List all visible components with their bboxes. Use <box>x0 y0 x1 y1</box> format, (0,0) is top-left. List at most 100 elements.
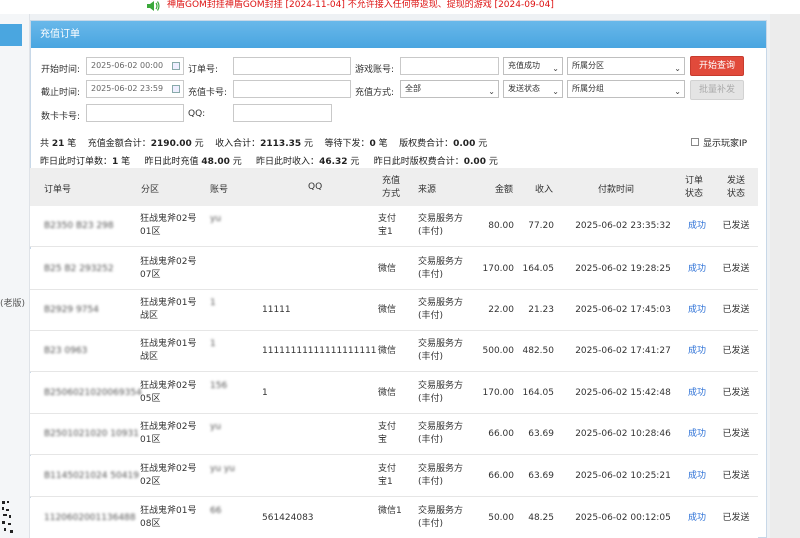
cell-qq: 11111111111111111111 <box>262 346 377 356</box>
col-account: 账号 <box>210 185 229 195</box>
calendar-icon[interactable] <box>172 85 180 93</box>
table-row: B2501021020 10931 狂战鬼斧02号01区 yu 支付宝 交易服务方(丰付… <box>30 414 758 455</box>
summary-yesterday: 昨日此时订单数：1 笔 昨日此时充值 48.00 元 昨日此时收入：46.32 … <box>40 157 498 167</box>
show-ip-label[interactable]: 显示玩家IP <box>703 136 747 149</box>
cell-qq: 11111 <box>262 305 291 315</box>
cell-source: 交易服务方(丰付) <box>418 298 464 321</box>
notice-text: 神盾GOM封挂神盾GOM封挂 [2024-11-04] 不允许接入任何带返现、提… <box>167 0 554 10</box>
cell-send: 已发送 <box>722 513 750 523</box>
cell-account: 1 <box>210 298 216 308</box>
recharge-method-label: 充值方式: <box>355 88 395 98</box>
card-number-label: 数卡卡号: <box>41 112 81 122</box>
calendar-icon[interactable] <box>172 62 180 70</box>
cell-income: 48.25 <box>528 513 554 523</box>
cell-zone: 狂战鬼斧01号战区 <box>140 339 197 362</box>
cell-time: 2025-06-02 10:28:46 <box>575 429 671 439</box>
cell-amount: 22.00 <box>488 305 514 315</box>
cell-status[interactable]: 成功 <box>682 263 712 276</box>
cell-account: 156 <box>210 381 228 391</box>
start-time-input[interactable]: 2025-06-02 00:00 <box>86 57 184 75</box>
cell-order: B2350 B23 298 <box>44 221 114 231</box>
sidebar-active-item[interactable] <box>0 24 22 46</box>
cell-income: 164.05 <box>522 264 555 274</box>
cell-order: B2506021020069354 <box>44 388 142 398</box>
cell-time: 2025-06-02 19:28:25 <box>575 264 671 274</box>
cell-time: 2025-06-02 15:42:48 <box>575 388 671 398</box>
batch-resend-button[interactable]: 批量补发 <box>690 80 744 100</box>
table-row: B23 0963 狂战鬼斧01号战区 1 11111111111111111111 微信… <box>30 331 758 372</box>
group-select[interactable]: 所属分组 ⌄ <box>567 80 685 98</box>
cell-method: 微信1 <box>378 506 402 516</box>
cell-status[interactable]: 成功 <box>682 428 712 441</box>
cell-source: 交易服务方(丰付) <box>418 257 464 280</box>
card-number-input[interactable] <box>86 104 184 122</box>
summary-totals: 共 21 笔 充值金额合计：2190.00 元 收入合计：2113.35 元 等… <box>40 139 488 149</box>
cell-time: 2025-06-02 00:12:05 <box>575 513 671 523</box>
table-row: B1145021024 50419 狂战鬼斧02号02区 yu yu 支付宝1 交易服务… <box>30 456 758 497</box>
recharge-method-select[interactable]: 全部 ⌄ <box>400 80 499 98</box>
cell-income: 164.05 <box>522 388 555 398</box>
cell-amount: 170.00 <box>482 388 515 398</box>
cell-account: yu <box>210 422 222 432</box>
cell-order: 1120602001136488 <box>44 513 136 523</box>
cell-time: 2025-06-02 17:45:03 <box>575 305 671 315</box>
cell-amount: 80.00 <box>488 221 514 231</box>
chevron-down-icon: ⌄ <box>674 64 681 73</box>
order-no-label: 订单号: <box>188 65 219 75</box>
group-select-value: 所属分组 <box>572 84 604 93</box>
card-no-input[interactable] <box>233 80 351 98</box>
search-button[interactable]: 开始查询 <box>690 56 744 76</box>
cell-zone: 狂战鬼斧01号战区 <box>140 298 197 321</box>
panel-title: 充值订单 <box>31 21 766 48</box>
cell-method: 支付宝1 <box>378 464 397 487</box>
send-status-select[interactable]: 发送状态 ⌄ <box>503 80 563 98</box>
recharge-status-select[interactable]: 充值成功 ⌄ <box>503 57 563 75</box>
cell-source: 交易服务方(丰付) <box>418 339 464 362</box>
game-account-input[interactable] <box>400 57 499 75</box>
table-row: B25 B2 293252 狂战鬼斧02号07区 微信 交易服务方(丰付) 170.00… <box>30 249 758 290</box>
zone-select[interactable]: 所属分区 ⌄ <box>567 57 685 75</box>
table-row: B2929 9754 狂战鬼斧01号战区 1 11111 微信 交易服务方(丰付) 22.0… <box>30 290 758 331</box>
cell-account: 66 <box>210 506 222 516</box>
cell-amount: 66.00 <box>488 471 514 481</box>
cell-status[interactable]: 成功 <box>682 387 712 400</box>
end-time-value: 2025-06-02 23:59 <box>91 84 164 93</box>
end-time-input[interactable]: 2025-06-02 23:59 <box>86 80 184 98</box>
cell-order: B2929 9754 <box>44 305 99 315</box>
cell-zone: 狂战鬼斧02号01区 <box>140 214 197 237</box>
order-no-input[interactable] <box>233 57 351 75</box>
show-ip-checkbox[interactable] <box>691 138 699 146</box>
cell-amount: 50.00 <box>488 513 514 523</box>
sidebar-item-label[interactable]: (老版) <box>0 296 25 309</box>
recharge-status-value: 充值成功 <box>508 61 540 70</box>
qq-input[interactable] <box>233 104 332 122</box>
cell-send: 已发送 <box>722 346 750 356</box>
table-row: 1120602001136488 狂战鬼斧01号08区 66 561424083 微信1… <box>30 498 758 538</box>
cell-zone: 狂战鬼斧02号01区 <box>140 422 197 445</box>
col-zone: 分区 <box>141 185 160 195</box>
cell-time: 2025-06-02 17:41:27 <box>575 346 671 356</box>
cell-status[interactable]: 成功 <box>682 470 712 483</box>
cell-status[interactable]: 成功 <box>682 304 712 317</box>
cell-send: 已发送 <box>722 264 750 274</box>
cell-order: B1145021024 50419 <box>44 471 139 481</box>
cell-status[interactable]: 成功 <box>682 512 712 525</box>
cell-send: 已发送 <box>722 388 750 398</box>
cell-status[interactable]: 成功 <box>682 220 712 233</box>
cell-status[interactable]: 成功 <box>682 345 712 358</box>
cell-zone: 狂战鬼斧02号02区 <box>140 464 197 487</box>
col-amount: 金额 <box>495 185 514 195</box>
recharge-method-value: 全部 <box>405 84 421 93</box>
col-method: 充值方式 <box>381 176 400 199</box>
end-time-label: 截止时间: <box>41 88 81 98</box>
cell-order: B2501021020 10931 <box>44 429 139 439</box>
cell-source: 交易服务方(丰付) <box>418 381 464 404</box>
cell-send: 已发送 <box>722 429 750 439</box>
cell-method: 支付宝 <box>378 422 397 445</box>
table-row: B2350 B23 298 狂战鬼斧02号01区 yu 支付宝1 交易服务方(丰付) 80… <box>30 206 758 247</box>
cell-method: 微信 <box>378 346 397 356</box>
cell-time: 2025-06-02 10:25:21 <box>575 471 671 481</box>
cell-income: 77.20 <box>528 221 554 231</box>
start-time-label: 开始时间: <box>41 65 81 75</box>
right-scroll-area <box>770 14 800 538</box>
